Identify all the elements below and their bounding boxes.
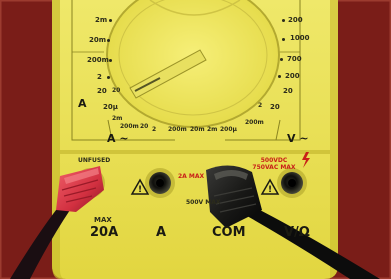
dial-range-label: 200m <box>120 123 139 130</box>
jack-vohm-label: V/Ω <box>284 225 310 240</box>
dial-dot <box>109 19 112 22</box>
dial-range-label: 20 <box>97 87 107 95</box>
dial-range-label: 2 <box>152 126 157 133</box>
dial-range-label: 20 <box>270 103 280 111</box>
dial-range-label: 2 <box>97 73 102 81</box>
dial-range-label: 20 <box>140 123 149 130</box>
dial-dot <box>282 19 285 22</box>
dial-range-label: 200µ <box>220 126 237 133</box>
dial-range-label: 200 <box>288 16 303 24</box>
ac-voltage-label: V ~ <box>287 132 309 145</box>
ac-current-label: A ~ <box>107 132 129 145</box>
photo-stage: ! ! 2m 20m 200m 2 20 20µ 2m 200m 20 A 20… <box>0 0 391 279</box>
dial-dot <box>107 39 110 42</box>
multimeter-photo: ! ! <box>0 0 391 279</box>
jack-com-rating: 500V MAX <box>186 199 221 206</box>
svg-text:!: ! <box>138 185 142 195</box>
dial-range-label: 2m <box>207 126 218 133</box>
dial-range-label: 200m <box>87 56 109 64</box>
jack-vohm <box>277 168 307 198</box>
dial-dot <box>282 38 285 41</box>
dial-range-label: 20m <box>89 36 107 44</box>
dial-dot <box>278 75 281 78</box>
dc-current-label: A <box>78 97 87 110</box>
jack-a-label: A <box>156 225 167 240</box>
dial-range-label: 700 <box>287 55 302 63</box>
dial-range-label: 2m <box>112 115 123 122</box>
dial-range-label: 200m <box>168 126 187 133</box>
dial-dot <box>109 59 112 62</box>
dial-range-label: 20m <box>190 126 205 133</box>
jack-a <box>145 168 175 198</box>
jack-vohm-warning: 500VDC 750VAC MAX <box>252 157 296 171</box>
dial-range-label: 20 <box>283 87 293 95</box>
dial-range-label: 20µ <box>103 103 118 111</box>
dial-range-label: 2m <box>95 16 108 24</box>
jack-com-label: COM <box>212 225 246 240</box>
dial-dot <box>107 76 110 79</box>
svg-text:!: ! <box>268 185 272 195</box>
dial-range-label: 200m <box>245 119 264 126</box>
dial-range-label: 1000 <box>290 34 310 42</box>
dial-range-label: 20 <box>112 87 121 94</box>
dial-range-label: 2 <box>258 102 263 109</box>
jack-20a-label: 20A <box>90 225 119 240</box>
dial-range-label: 200 <box>285 72 300 80</box>
jack-com-warning: 2A MAX <box>178 173 205 180</box>
jack-20a-unfused-label: UNFUSED <box>78 157 111 164</box>
dial-dot <box>280 58 283 61</box>
jack-20a-max-label: MAX <box>94 216 112 224</box>
